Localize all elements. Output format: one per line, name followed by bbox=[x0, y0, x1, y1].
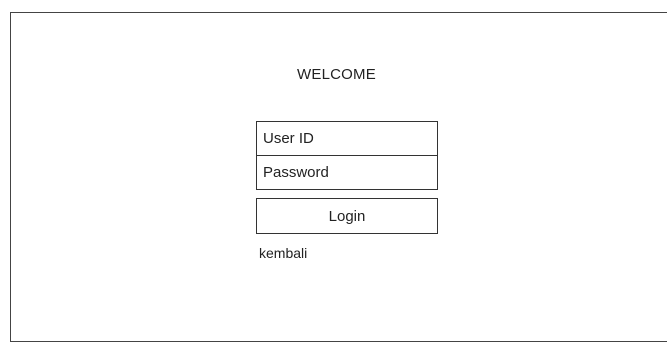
password-input[interactable] bbox=[256, 155, 438, 190]
back-link[interactable]: kembali bbox=[259, 245, 307, 261]
page-title: WELCOME bbox=[297, 66, 376, 83]
user-id-input[interactable] bbox=[256, 121, 438, 156]
login-button[interactable]: Login bbox=[256, 198, 438, 234]
